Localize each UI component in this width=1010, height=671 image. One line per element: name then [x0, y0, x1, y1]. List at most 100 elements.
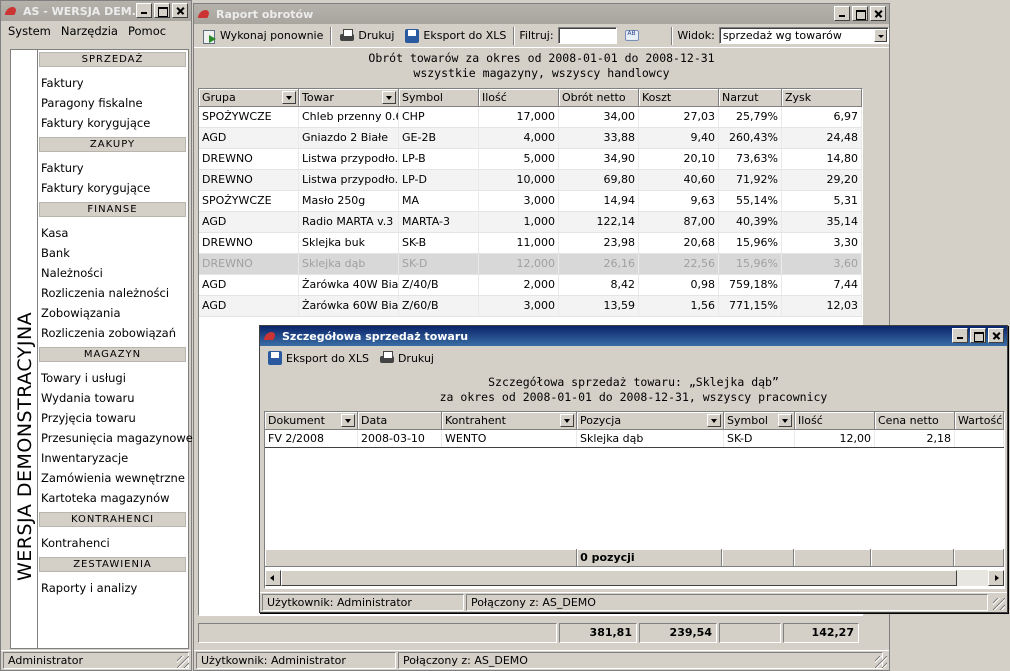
nav-item[interactable]: Należności [38, 263, 188, 283]
nav-item[interactable]: Bank [38, 243, 188, 263]
table-row[interactable]: FV 2/2008 2008-03-10 WENTO Sklejka dąb SK-D 1… [265, 430, 1004, 448]
nav-item[interactable]: Paragony fiskalne [38, 93, 188, 113]
scroll-left-icon[interactable] [265, 570, 281, 586]
table-row[interactable]: AGD Radio MARTA v.3 MARTA-3 1,000 122,14 87,0… [199, 212, 862, 233]
maximize-icon[interactable] [970, 328, 986, 343]
nav-item[interactable]: Faktury [38, 73, 188, 93]
chevron-down-icon[interactable] [382, 91, 396, 104]
table-row[interactable]: SPOŻYWCZE Chleb przenny 0.6 CHP 17,000 34,00… [199, 107, 862, 128]
column-header-label: Symbol [727, 414, 768, 427]
save-xls-icon [404, 28, 420, 44]
table-row[interactable]: SPOŻYWCZE Masło 250g MA 3,000 14,94 9,63 55,14… [199, 191, 862, 212]
close-icon[interactable] [988, 328, 1004, 343]
table-cell: 260,43% [719, 128, 782, 148]
scroll-right-icon[interactable] [988, 570, 1004, 586]
scrollbar-thumb[interactable] [281, 570, 957, 586]
table-cell: 15,96% [719, 233, 782, 253]
table-cell: 40,39% [719, 212, 782, 232]
main-titlebar[interactable]: AS - WERSJA DEM... [1, 1, 191, 21]
report-titlebar[interactable]: Raport obrotów [194, 4, 889, 24]
detail-window-title: Szczegółowa sprzedaż towaru [282, 329, 469, 343]
resize-grip[interactable] [993, 598, 1005, 610]
nav-item[interactable]: Faktury korygujące [38, 113, 188, 133]
detail-table[interactable]: Dokument Data Kontrahent Pozycja Symbol Ilość… [264, 411, 1005, 589]
nav-item[interactable]: Faktury [38, 158, 188, 178]
minimize-icon[interactable] [952, 328, 968, 343]
chevron-down-icon[interactable] [778, 414, 792, 427]
filter-input[interactable] [557, 27, 618, 44]
minimize-icon[interactable] [136, 3, 152, 18]
scrollbar-track[interactable] [957, 570, 988, 586]
chevron-down-icon[interactable] [707, 414, 721, 427]
table-row[interactable]: DREWNO Listwa przypodło... LP-B 5,000 34,90 2… [199, 149, 862, 170]
table-cell: CHP [399, 107, 479, 127]
column-header[interactable]: Cena netto [875, 412, 955, 430]
nav-item[interactable]: Przyjęcia towaru [38, 408, 188, 428]
column-header[interactable]: Koszt [639, 89, 719, 107]
nav-item[interactable]: Faktury korygujące [38, 178, 188, 198]
detail-titlebar[interactable]: Szczegółowa sprzedaż towaru [260, 326, 1007, 346]
nav-item[interactable]: Kontrahenci [38, 533, 188, 553]
column-header[interactable]: Grupa [199, 89, 299, 107]
table-cell: 27,03 [639, 107, 719, 127]
view-select[interactable]: sprzedaż wg towarów [718, 27, 889, 44]
menu-pomoc[interactable]: Pomoc [123, 24, 171, 38]
nav-item[interactable]: Raporty i analizy [38, 578, 188, 598]
table-cell: 7,44 [782, 275, 862, 295]
column-header[interactable]: Ilość [479, 89, 559, 107]
table-row[interactable]: AGD Żarówka 60W Biała Z/60/B 3,000 13,59 1,56… [199, 296, 862, 317]
column-header[interactable]: Symbol [399, 89, 479, 107]
column-header-label: Wartość n [958, 414, 1003, 427]
table-row[interactable]: DREWNO Sklejka dąb SK-D 12,000 26,16 22,56 15,… [199, 254, 862, 275]
nav-item[interactable]: Przesunięcia magazynowe [38, 428, 193, 448]
nav-item[interactable]: Wydania towaru [38, 388, 188, 408]
column-header[interactable]: Obrót netto [559, 89, 639, 107]
table-row[interactable]: DREWNO Sklejka buk SK-B 11,000 23,98 20,68 15,… [199, 233, 862, 254]
column-header[interactable]: Kontrahent [442, 412, 577, 430]
run-again-button[interactable]: Wykonaj ponownie [198, 27, 326, 45]
nav-item[interactable]: Zamówienia wewnętrzne [38, 468, 188, 488]
horizontal-scrollbar[interactable] [265, 570, 1004, 586]
minimize-icon[interactable] [834, 6, 850, 21]
column-header[interactable]: Narzut [719, 89, 782, 107]
print-button[interactable]: Drukuj [336, 27, 397, 45]
nav-item[interactable]: Rozliczenia należności [38, 283, 188, 303]
chevron-down-icon[interactable] [282, 91, 296, 104]
filter-apply-icon[interactable] [623, 28, 640, 44]
nav-item[interactable]: Inwentaryzacje [38, 448, 188, 468]
table-cell: 55,14% [719, 191, 782, 211]
nav-item[interactable]: Zobowiązania [38, 303, 188, 323]
column-header[interactable]: Pozycja [577, 412, 724, 430]
close-icon[interactable] [870, 6, 886, 21]
menu-system[interactable]: System [3, 24, 56, 38]
column-header[interactable]: Wartość n [955, 412, 1004, 430]
column-header[interactable]: Data [358, 412, 442, 430]
column-header[interactable]: Ilość [795, 412, 875, 430]
chevron-down-icon[interactable] [341, 414, 355, 427]
chevron-down-icon[interactable] [560, 414, 574, 427]
nav-item[interactable]: Towary i usługi [38, 368, 188, 388]
table-row[interactable]: DREWNO Listwa przypodło... LP-D 10,000 69,80… [199, 170, 862, 191]
resize-grip[interactable] [177, 656, 189, 668]
table-cell: 40,60 [639, 170, 719, 190]
detail-header: Szczegółowa sprzedaż towaru: „Sklejka dą… [260, 370, 1007, 405]
column-header[interactable]: Symbol [724, 412, 795, 430]
detail-print-button[interactable]: Drukuj [376, 349, 437, 367]
maximize-icon[interactable] [154, 3, 170, 18]
maximize-icon[interactable] [852, 6, 868, 21]
column-header[interactable]: Dokument [265, 412, 358, 430]
export-xls-button[interactable]: Eksport do XLS [401, 27, 509, 45]
column-header[interactable]: Zysk [782, 89, 862, 107]
close-icon[interactable] [172, 3, 188, 18]
menu-narzedzia[interactable]: Narzędzia [56, 24, 123, 38]
detail-export-xls-button[interactable]: Eksport do XLS [264, 349, 372, 367]
table-row[interactable]: AGD Żarówka 40W Biała Z/40/B 2,000 8,42 0,98 7… [199, 275, 862, 296]
nav-item[interactable]: Kartoteka magazynów [38, 488, 188, 508]
chevron-down-icon[interactable] [873, 29, 887, 42]
table-cell: Żarówka 40W Biała [299, 275, 399, 295]
nav-item[interactable]: Kasa [38, 223, 188, 243]
resize-grip[interactable] [875, 656, 887, 668]
column-header[interactable]: Towar [299, 89, 399, 107]
table-row[interactable]: AGD Gniazdo 2 Białe GE-2B 4,000 33,88 9,40 260… [199, 128, 862, 149]
nav-item[interactable]: Rozliczenia zobowiązań [38, 323, 188, 343]
